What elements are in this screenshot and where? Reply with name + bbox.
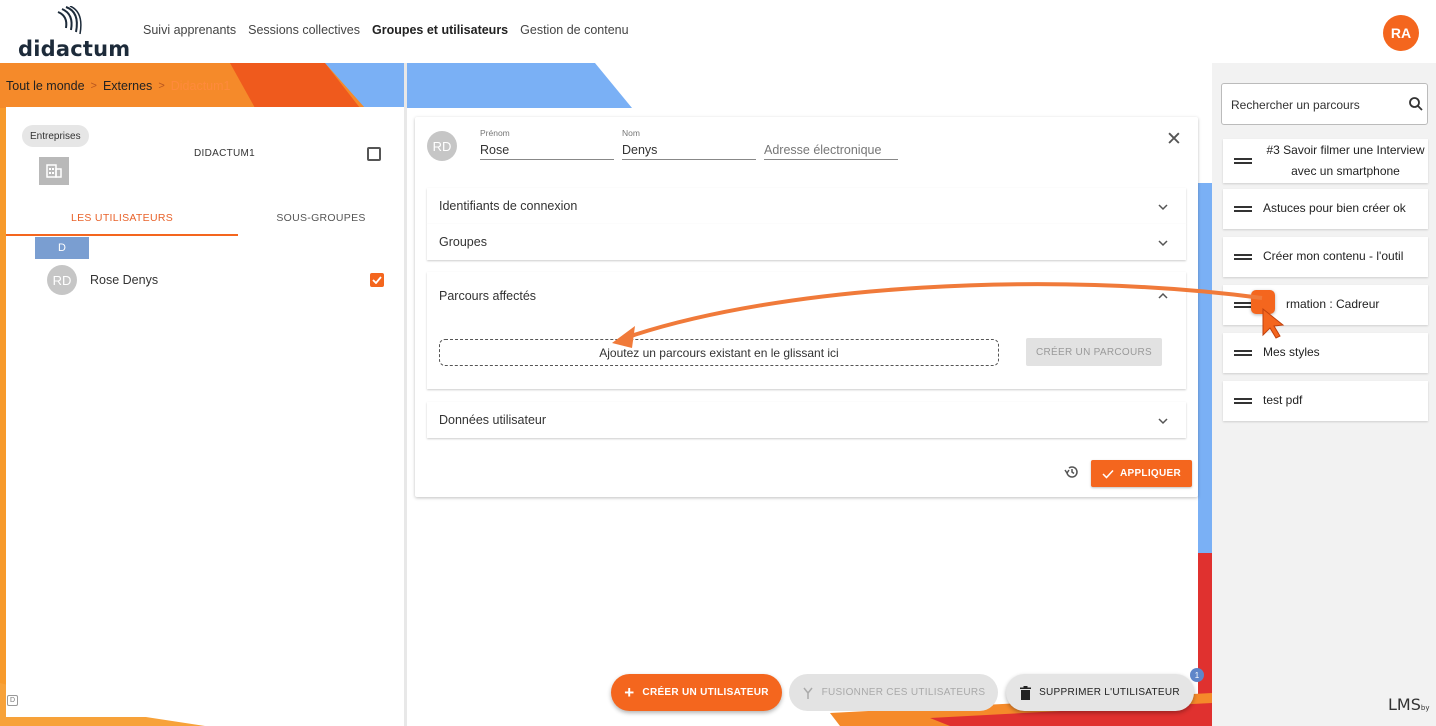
lms-brand-suffix: by bbox=[1420, 704, 1430, 712]
check-icon bbox=[372, 276, 382, 284]
chevron-down-icon bbox=[1158, 240, 1168, 247]
group-type-chip[interactable]: Entreprises bbox=[22, 125, 89, 147]
nav-groupes-utilisateurs[interactable]: Groupes et utilisateurs bbox=[372, 23, 508, 37]
breadcrumb-item-current: Didactum1 bbox=[170, 79, 231, 93]
alphabet-group-header: D bbox=[35, 237, 89, 259]
selection-count-badge: 1 bbox=[1190, 668, 1204, 682]
first-name-field[interactable]: Prénom Rose bbox=[480, 128, 614, 160]
course-search-input[interactable]: Rechercher un parcours bbox=[1221, 83, 1428, 125]
accordion-login-title: Identifiants de connexion bbox=[439, 199, 578, 213]
user-avatar[interactable]: RA bbox=[1383, 15, 1419, 51]
drag-handle-icon[interactable] bbox=[1234, 158, 1252, 164]
course-item[interactable]: Mes styles bbox=[1223, 333, 1428, 373]
close-icon[interactable]: ✕ bbox=[1164, 129, 1184, 150]
accordion-groups-title: Groupes bbox=[439, 235, 487, 249]
group-name: DIDACTUM1 bbox=[194, 148, 256, 159]
lms-brand-text: LMS bbox=[1388, 695, 1421, 714]
course-item[interactable]: Créer mon contenu - l'outil bbox=[1223, 237, 1428, 277]
drag-handle-icon[interactable] bbox=[1234, 398, 1252, 404]
main-nav: Suivi apprenants Sessions collectives Gr… bbox=[143, 23, 629, 37]
search-icon[interactable] bbox=[1408, 96, 1424, 112]
group-select-checkbox[interactable] bbox=[367, 147, 381, 161]
accordion-user-data[interactable]: Données utilisateur bbox=[427, 402, 1186, 438]
tab-les-utilisateurs[interactable]: LES UTILISATEURS bbox=[6, 201, 238, 235]
drag-handle-icon[interactable] bbox=[1234, 302, 1252, 308]
course-dropzone[interactable]: Ajoutez un parcours existant en le gliss… bbox=[439, 339, 999, 366]
course-title: test pdf bbox=[1263, 393, 1303, 407]
merge-users-button[interactable]: FUSIONNER CES UTILISATEURS bbox=[789, 674, 998, 711]
accordion-courses: Parcours affectés bbox=[427, 272, 1186, 389]
last-name-field[interactable]: Nom Denys bbox=[622, 128, 756, 160]
tab-sous-groupes[interactable]: SOUS-GROUPES bbox=[238, 201, 404, 235]
accordion-user-data-title: Données utilisateur bbox=[439, 413, 547, 427]
user-list-item[interactable]: RD Rose Denys bbox=[6, 265, 404, 297]
create-user-label: CRÉER UN UTILISATEUR bbox=[642, 687, 769, 698]
course-title: Mes styles bbox=[1263, 345, 1320, 359]
merge-icon bbox=[803, 687, 813, 699]
course-item[interactable]: Astuces pour bien créer ok bbox=[1223, 189, 1428, 229]
drag-handle-icon[interactable] bbox=[1234, 254, 1252, 260]
trash-icon bbox=[1020, 685, 1032, 700]
user-detail-card: RD Prénom Rose Nom Denys Adresse électro… bbox=[415, 117, 1198, 497]
check-icon bbox=[1102, 469, 1114, 479]
drag-handle-icon[interactable] bbox=[1234, 350, 1252, 356]
group-tabs: LES UTILISATEURS SOUS-GROUPES bbox=[6, 201, 404, 237]
email-field[interactable]: Adresse électronique bbox=[764, 128, 898, 160]
chevron-up-icon[interactable] bbox=[1156, 291, 1170, 301]
course-item[interactable]: test pdf bbox=[1223, 381, 1428, 421]
active-tab-indicator bbox=[6, 234, 238, 236]
delete-user-button[interactable]: SUPPRIMER L'UTILISATEUR bbox=[1006, 674, 1194, 711]
accordion-login[interactable]: Identifiants de connexion bbox=[427, 188, 1186, 224]
email-input[interactable]: Adresse électronique bbox=[764, 140, 898, 160]
footer-letter-badge: D bbox=[7, 695, 18, 706]
didactum-logo[interactable]: didactum bbox=[18, 4, 131, 61]
last-name-input[interactable]: Denys bbox=[622, 140, 756, 160]
breadcrumb-item-externes[interactable]: Externes bbox=[103, 79, 152, 93]
chevron-down-icon bbox=[1158, 204, 1168, 211]
course-title: #3 Savoir filmer une Interview avec un s… bbox=[1266, 143, 1425, 178]
course-library-panel: Rechercher un parcours #3 Savoir filmer … bbox=[1212, 63, 1436, 726]
logo-text: didactum bbox=[18, 37, 131, 61]
last-name-label: Nom bbox=[622, 128, 640, 138]
breadcrumb-separator: > bbox=[158, 80, 165, 92]
breadcrumb: Tout le monde > Externes > Didactum1 bbox=[6, 79, 231, 93]
apply-label: APPLIQUER bbox=[1119, 468, 1182, 479]
nav-sessions-collectives[interactable]: Sessions collectives bbox=[248, 23, 360, 37]
course-title: rmation : Cadreur bbox=[1286, 297, 1380, 311]
user-name: Rose Denys bbox=[90, 273, 159, 287]
course-title: Astuces pour bien créer ok bbox=[1263, 201, 1406, 215]
course-title: Créer mon contenu - l'outil bbox=[1263, 249, 1404, 263]
history-icon[interactable] bbox=[1063, 463, 1081, 481]
lms-brand: LMSby bbox=[1388, 695, 1429, 714]
nav-suivi-apprenants[interactable]: Suivi apprenants bbox=[143, 23, 236, 37]
avatar: RD bbox=[427, 131, 457, 161]
drag-handle-icon[interactable] bbox=[1234, 206, 1252, 212]
dragged-course-chip[interactable] bbox=[1251, 290, 1275, 314]
merge-users-label: FUSIONNER CES UTILISATEURS bbox=[821, 687, 986, 698]
fingerprint-logo-icon bbox=[57, 6, 82, 35]
group-panel: Entreprises DIDACTUM1 LES UTILISATEURS S… bbox=[6, 107, 404, 717]
user-select-checkbox[interactable] bbox=[370, 273, 384, 287]
plus-icon: + bbox=[624, 683, 635, 702]
avatar: RD bbox=[47, 265, 77, 295]
create-course-button[interactable]: CRÉER UN PARCOURS bbox=[1026, 338, 1162, 366]
course-item[interactable]: #3 Savoir filmer une Interview avec un s… bbox=[1223, 139, 1428, 183]
nav-gestion-contenu[interactable]: Gestion de contenu bbox=[520, 23, 628, 37]
top-bar: didactum Suivi apprenants Sessions colle… bbox=[0, 0, 1436, 63]
first-name-label: Prénom bbox=[480, 128, 510, 138]
accordion-groups[interactable]: Groupes bbox=[427, 224, 1186, 260]
breadcrumb-separator: > bbox=[90, 80, 97, 92]
building-icon bbox=[39, 157, 69, 185]
search-placeholder: Rechercher un parcours bbox=[1231, 98, 1360, 112]
accordion-courses-title[interactable]: Parcours affectés bbox=[439, 289, 536, 303]
panel-divider[interactable] bbox=[404, 63, 407, 726]
chevron-down-icon bbox=[1158, 418, 1168, 425]
apply-button[interactable]: APPLIQUER bbox=[1091, 460, 1192, 487]
create-user-button[interactable]: + CRÉER UN UTILISATEUR bbox=[611, 674, 782, 711]
breadcrumb-item-tout-le-monde[interactable]: Tout le monde bbox=[6, 79, 85, 93]
first-name-input[interactable]: Rose bbox=[480, 140, 614, 160]
delete-user-label: SUPPRIMER L'UTILISATEUR bbox=[1039, 687, 1180, 698]
